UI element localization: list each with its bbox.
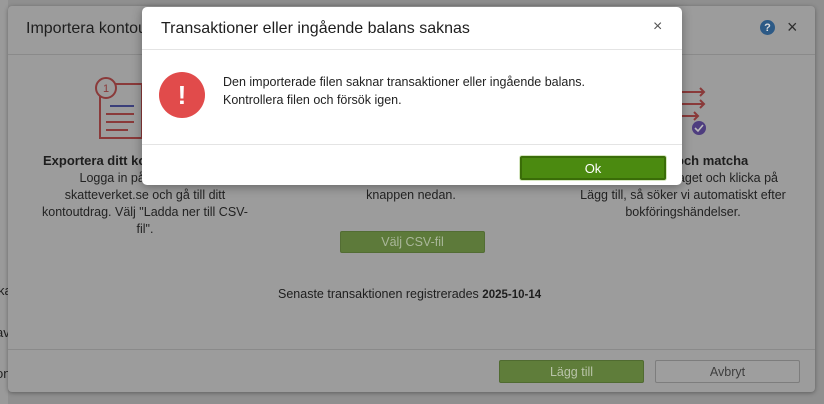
alert-footer-divider [142,144,682,145]
latest-transaction-row: Senaste transaktionen registrerades 2025… [278,287,541,301]
import-dialog-title: Importera kontou [26,20,147,37]
error-alert-dialog: Transaktioner eller ingående balans sakn… [142,7,682,185]
import-close-icon[interactable]: × [787,17,798,38]
step-number: 1 [103,83,109,95]
alert-message-line: Kontrollera filen och försök igen. [223,93,402,107]
help-icon[interactable]: ? [760,20,775,35]
background-strip [0,0,8,404]
match-arrows-icon [680,87,706,135]
ok-button[interactable]: Ok [520,156,666,180]
alert-title: Transaktioner eller ingående balans sakn… [161,20,470,37]
choose-csv-button[interactable]: Välj CSV-fil [340,231,485,253]
add-button[interactable]: Lägg till [499,360,644,383]
error-icon: ! [159,72,205,118]
import-footer-divider [8,349,815,350]
alert-message: Den importerade filen saknar transaktion… [223,73,585,109]
alert-close-icon[interactable]: × [653,18,662,36]
alert-message-line: Den importerade filen saknar transaktion… [223,75,586,89]
step-2-text: knappen nedan. [366,188,456,202]
cancel-button[interactable]: Avbryt [655,360,800,383]
latest-transaction-label: Senaste transaktionen registrerades [278,287,479,301]
alert-header-divider [142,49,682,50]
latest-transaction-date: 2025-10-14 [482,289,542,301]
step-3-title: och matcha [676,153,749,168]
